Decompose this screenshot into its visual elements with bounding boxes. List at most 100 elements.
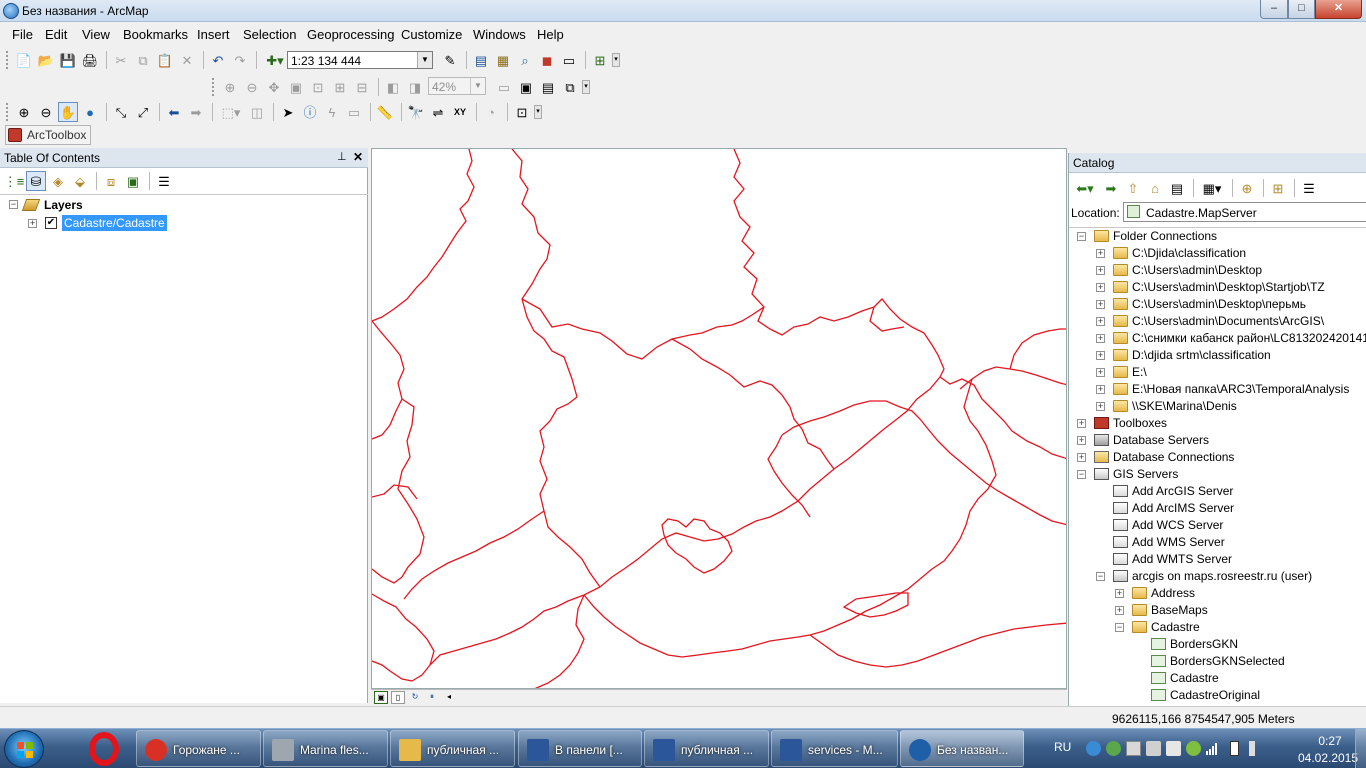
refresh-icon[interactable]: ↻ [408,691,422,704]
taskbar-button[interactable]: Горожане ... [136,730,261,767]
layer-visibility-checkbox[interactable]: ✔ [45,217,57,229]
toolbar-options-icon[interactable]: ▾ [612,53,620,67]
expand-icon[interactable]: + [1096,334,1105,343]
python-window-icon[interactable]: ▭ [559,50,579,70]
toc-add-layer-icon[interactable]: ⧈ [101,171,121,191]
editor-toolbar-icon[interactable]: ✎ [440,50,460,70]
maximize-button[interactable]: □ [1288,0,1315,19]
expand-icon[interactable]: + [1115,606,1124,615]
find-icon[interactable]: 🔭 [406,102,426,122]
measure-icon[interactable]: 📏 [375,102,395,122]
fixed-zoom-in-icon[interactable]: ⤡ [111,102,131,122]
layout-zoom-select[interactable]: 42% ▼ [428,77,486,95]
redo-icon[interactable]: ↷ [230,50,250,70]
utility-icon[interactable] [1186,741,1201,756]
toc-options-icon[interactable]: ☰ [154,171,174,191]
map-scale-select[interactable]: 1:23 134 444 ▼ [287,51,433,69]
expand-icon[interactable]: + [1096,368,1105,377]
layout-back-icon[interactable]: ◧ [383,77,403,97]
pin-icon[interactable]: ⊥ [337,150,347,163]
collapse-icon[interactable]: − [1096,572,1105,581]
copy-icon[interactable]: ⧉ [133,50,153,70]
taskbar-button[interactable]: В панели [... [518,730,642,767]
undo-icon[interactable]: ↶ [208,50,228,70]
printer-icon[interactable] [1146,741,1161,756]
search-window-icon[interactable]: ⌕ [515,50,535,70]
identify-icon[interactable]: ⓘ [300,102,320,122]
usb-icon[interactable] [1166,741,1181,756]
expand-icon[interactable]: + [1096,351,1105,360]
zoom-whole-page-icon[interactable]: ▣ [286,77,306,97]
arctoolbox-button[interactable]: ArcToolbox [5,125,92,145]
open-icon[interactable]: 📂 [36,50,56,70]
menu-view[interactable]: View [82,27,110,42]
chevron-down-icon[interactable]: ▼ [470,78,485,94]
fixed-zoom-out-icon[interactable]: ⤢ [133,102,153,122]
cut-icon[interactable]: ✂ [111,50,131,70]
focus-data-frame-icon[interactable]: ▣ [516,77,536,97]
expand-icon[interactable]: + [28,219,37,228]
catalog-options-icon[interactable]: ☰ [1299,178,1319,198]
go-to-xy-icon[interactable]: XY [450,102,470,122]
expand-icon[interactable]: + [1096,249,1105,258]
create-viewer-window-icon[interactable]: ⊡ [512,102,532,122]
taskbar-button[interactable]: публичная ... [390,730,515,767]
collapse-icon[interactable]: − [1115,623,1124,632]
hyperlink-icon[interactable]: ϟ [322,102,342,122]
taskbar-button[interactable]: Без назван... [900,730,1024,767]
minimize-button[interactable]: – [1260,0,1288,19]
fixed-zoom-out-icon[interactable]: ⊟ [352,77,372,97]
data-driven-pages-icon[interactable]: ⧉ [560,77,580,97]
expand-icon[interactable]: + [1077,436,1086,445]
views-icon[interactable]: ▦▾ [1198,178,1226,198]
zoom-100-icon[interactable]: ⊡ [308,77,328,97]
forward-icon[interactable]: ➡ [1101,178,1121,198]
toc-selection-icon[interactable]: ▣ [123,171,143,191]
paste-icon[interactable]: 📋 [155,50,175,70]
taskbar-button[interactable]: services - M... [771,730,898,767]
list-by-selection-icon[interactable]: ⬙ [70,171,90,191]
modelbuilder-icon[interactable]: ⊞ [590,50,610,70]
zoom-in-icon[interactable]: ⊕ [14,102,34,122]
data-view-icon[interactable]: ▣ [374,691,388,704]
layers-root-label[interactable]: Layers [44,198,83,212]
toolbar-options-icon[interactable]: ▾ [534,105,542,119]
close-button[interactable]: ✕ [1315,0,1362,19]
layout-view-icon[interactable]: ▯ [391,691,405,704]
chevron-down-icon[interactable]: ▼ [417,52,432,68]
battery-icon[interactable] [1230,741,1239,756]
fixed-zoom-in-icon[interactable]: ⊞ [330,77,350,97]
toggle-draft-mode-icon[interactable]: ▭ [494,77,514,97]
language-indicator[interactable]: RU [1054,740,1071,754]
time-slider-icon[interactable]: ◔ [481,102,501,122]
close-icon[interactable]: ✕ [353,150,363,164]
collapse-icon[interactable]: − [1077,470,1086,479]
home-icon[interactable]: ⌂ [1145,178,1165,198]
toolbar-grip[interactable] [212,78,216,96]
opera-pinned[interactable] [78,731,130,767]
new-document-icon[interactable]: 📄 [14,50,34,70]
arctoolbox-window-icon[interactable]: ◼ [537,50,557,70]
layout-forward-icon[interactable]: ◨ [405,77,425,97]
taskbar-button[interactable]: публичная ... [644,730,769,767]
layer-label[interactable]: Cadastre/Cadastre [62,215,167,231]
pan-icon[interactable]: ✋ [58,102,78,122]
expand-icon[interactable]: + [1077,419,1086,428]
action-center-icon[interactable] [1126,741,1141,756]
layout-pan-icon[interactable]: ✥ [264,77,284,97]
change-layout-icon[interactable]: ▤ [538,77,558,97]
toolbar-grip[interactable] [6,51,10,69]
map-view[interactable] [371,148,1067,689]
menu-file[interactable]: File [12,27,33,42]
menu-selection[interactable]: Selection [243,27,296,42]
expand-icon[interactable]: + [1096,385,1105,394]
expand-icon[interactable]: + [1096,402,1105,411]
list-by-source-icon[interactable]: ⛁ [26,171,46,191]
delete-icon[interactable]: ✕ [177,50,197,70]
full-extent-icon[interactable]: ● [80,102,100,122]
list-by-drawing-order-icon[interactable]: ⋮≡ [4,171,25,191]
collapse-icon[interactable]: − [1077,232,1086,241]
pause-drawing-icon[interactable]: ⏸ [425,691,439,704]
location-field[interactable]: Cadastre.MapServer [1123,202,1366,222]
toolbar-options-icon[interactable]: ▾ [582,80,590,94]
